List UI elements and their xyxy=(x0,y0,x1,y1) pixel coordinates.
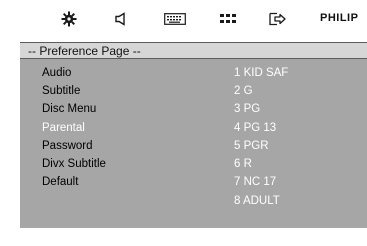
menu-item-parental[interactable]: Parental xyxy=(42,119,85,137)
option-1-kid-safe[interactable]: 1 KID SAF xyxy=(234,64,288,82)
page-title: -- Preference Page -- xyxy=(28,43,141,58)
menu-item-password[interactable]: Password xyxy=(42,137,93,155)
gear-icon[interactable] xyxy=(60,10,78,28)
exit-icon[interactable] xyxy=(268,10,288,28)
page-title-bar: -- Preference Page -- xyxy=(20,42,367,59)
option-8-adult[interactable]: 8 ADULT xyxy=(234,192,280,210)
speaker-icon[interactable] xyxy=(113,10,131,28)
top-toolbar: PHILIP xyxy=(0,0,367,38)
option-2-g[interactable]: 2 G xyxy=(234,82,253,100)
option-7-nc17[interactable]: 7 NC 17 xyxy=(234,173,276,191)
grid-icon[interactable] xyxy=(218,10,238,28)
keyboard-icon[interactable] xyxy=(163,10,187,28)
menu-item-disc-menu[interactable]: Disc Menu xyxy=(42,100,96,118)
option-6-r[interactable]: 6 R xyxy=(234,155,252,173)
menu-item-audio[interactable]: Audio xyxy=(42,64,71,82)
brand-logo: PHILIP xyxy=(320,12,359,24)
option-4-pg13[interactable]: 4 PG 13 xyxy=(234,119,276,137)
menu-item-default[interactable]: Default xyxy=(42,173,78,191)
menu-item-subtitle[interactable]: Subtitle xyxy=(42,82,80,100)
option-5-pgr[interactable]: 5 PGR xyxy=(234,137,269,155)
menu-item-divx-subtitle[interactable]: Divx Subtitle xyxy=(42,155,106,173)
option-3-pg[interactable]: 3 PG xyxy=(234,100,260,118)
